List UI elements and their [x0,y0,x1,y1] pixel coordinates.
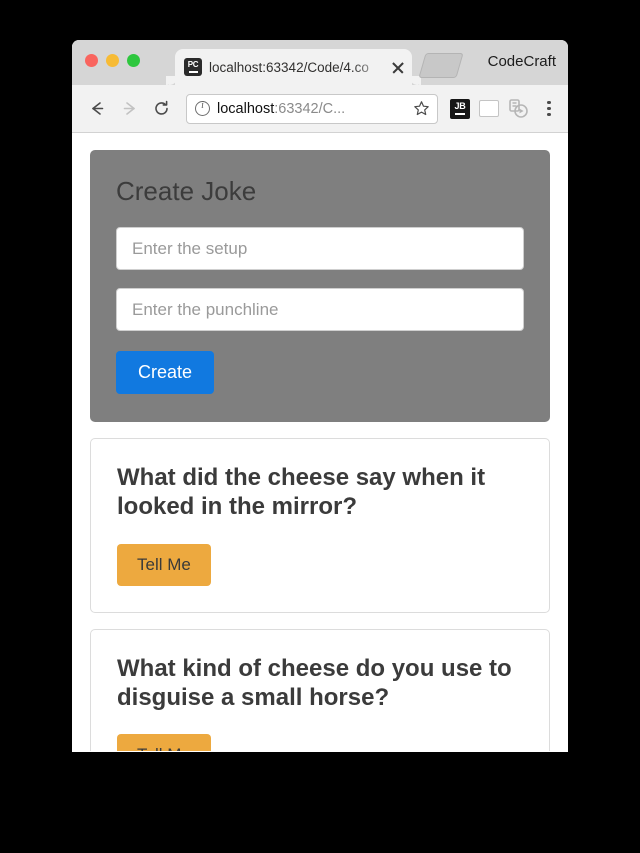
reload-button[interactable] [146,94,176,124]
browser-tab[interactable]: PC localhost:63342/Code/4.co [166,49,421,85]
menu-dot [547,106,551,111]
punchline-input[interactable] [116,288,524,331]
favicon-underline [188,70,198,73]
jetbrains-extension-icon[interactable]: JB [450,98,470,119]
close-window-button[interactable] [85,54,98,67]
address-bar[interactable]: localhost:63342/C... [186,93,438,124]
tab-strip: PC localhost:63342/Code/4.co CodeCraft [72,40,568,85]
tell-me-button[interactable]: Tell Me [117,543,211,586]
joke-card: What did the cheese say when it looked i… [90,438,550,613]
jb-label: JB [454,101,466,112]
reload-icon [154,100,168,115]
joke-setup-text: What kind of cheese do you use to disgui… [117,654,512,711]
new-tab-button[interactable] [418,53,464,78]
joke-setup-text: What did the cheese say when it looked i… [117,464,486,521]
joke-card: What kind of cheese do you use to disgui… [90,628,550,751]
back-button[interactable] [82,94,112,124]
bookmark-star-icon[interactable] [411,99,431,119]
arrow-right-icon [123,102,135,115]
disabled-extension-icon[interactable] [508,98,529,119]
traffic-lights [85,54,140,67]
page-title: Create Joke [116,176,257,206]
url-host: localhost [217,100,275,117]
minimize-window-button[interactable] [106,54,119,67]
pycharm-favicon-icon: PC [184,58,202,76]
profile-label[interactable]: CodeCraft [488,53,556,70]
browser-toolbar: localhost:63342/C... JB [72,85,568,133]
three-dots-menu-icon[interactable] [540,99,558,119]
info-circle-icon[interactable] [195,100,210,116]
tab-title: localhost:63342/Code/4.co [209,59,369,75]
page-content: Create Joke Create What did the cheese s… [72,133,568,751]
blank-page-extension-icon[interactable] [479,100,499,117]
favicon-label: PC [187,60,199,70]
extension-icons: JB [450,98,558,119]
url-text: localhost:63342/C... [217,101,404,117]
close-tab-icon[interactable] [390,59,406,75]
create-joke-panel: Create Joke Create [90,150,550,422]
browser-window: PC localhost:63342/Code/4.co CodeCraft i… [72,40,568,752]
setup-input[interactable] [116,227,524,270]
jb-underline [455,112,465,115]
menu-dot [547,113,551,117]
menu-dot [547,100,551,104]
create-button[interactable]: Create [116,351,215,394]
url-path: :63342/C... [274,100,346,117]
maximize-window-button[interactable] [127,54,140,67]
tell-me-button[interactable]: Tell Me [117,734,211,751]
forward-button[interactable] [114,94,144,124]
arrow-left-icon [91,102,103,115]
